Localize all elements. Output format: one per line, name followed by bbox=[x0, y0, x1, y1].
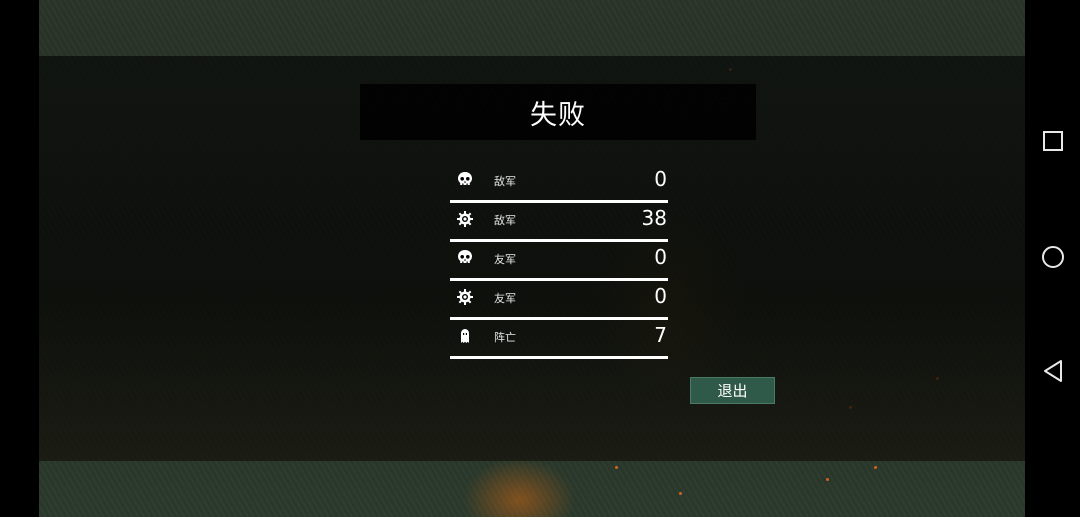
result-title-band: 失败 bbox=[360, 84, 756, 140]
stat-row: 阵亡 7 bbox=[450, 320, 668, 359]
recent-apps-icon bbox=[1042, 130, 1064, 156]
home-button[interactable] bbox=[1025, 231, 1080, 287]
result-title: 失败 bbox=[530, 99, 586, 131]
recent-apps-button[interactable] bbox=[1025, 115, 1080, 171]
stat-row: 敌军 0 bbox=[450, 164, 668, 203]
ember-spark bbox=[874, 466, 877, 469]
stat-value: 0 bbox=[654, 167, 667, 191]
stat-label: 阵亡 bbox=[494, 331, 516, 344]
stat-row: 敌军 38 bbox=[450, 203, 668, 242]
stat-label: 敌军 bbox=[494, 175, 516, 188]
exit-button[interactable]: 退出 bbox=[690, 377, 775, 404]
game-screen: 失败 敌军 0 敌军 38 友军 0 友军 0 阵亡 7 退出 bbox=[0, 0, 1080, 517]
system-nav-bar bbox=[1025, 0, 1080, 517]
home-icon bbox=[1041, 245, 1065, 273]
back-button[interactable] bbox=[1025, 345, 1080, 401]
back-icon bbox=[1042, 359, 1064, 387]
stat-row: 友军 0 bbox=[450, 242, 668, 281]
stat-label: 敌军 bbox=[494, 214, 516, 227]
stat-label: 友军 bbox=[494, 292, 516, 305]
stat-value: 7 bbox=[654, 323, 667, 347]
stat-label: 友军 bbox=[494, 253, 516, 266]
ember-spark bbox=[826, 478, 829, 481]
gear-icon bbox=[456, 288, 474, 306]
ghost-icon bbox=[456, 327, 474, 345]
stat-value: 38 bbox=[641, 206, 667, 230]
gear-icon bbox=[456, 210, 474, 228]
ember-spark bbox=[679, 492, 682, 495]
skull-icon bbox=[456, 249, 474, 267]
left-screen-edge bbox=[0, 0, 39, 517]
stat-row: 友军 0 bbox=[450, 281, 668, 320]
ember-spark bbox=[615, 466, 618, 469]
stats-list: 敌军 0 敌军 38 友军 0 友军 0 阵亡 7 bbox=[450, 164, 668, 359]
stat-value: 0 bbox=[654, 284, 667, 308]
stat-value: 0 bbox=[654, 245, 667, 269]
skull-icon bbox=[456, 171, 474, 189]
